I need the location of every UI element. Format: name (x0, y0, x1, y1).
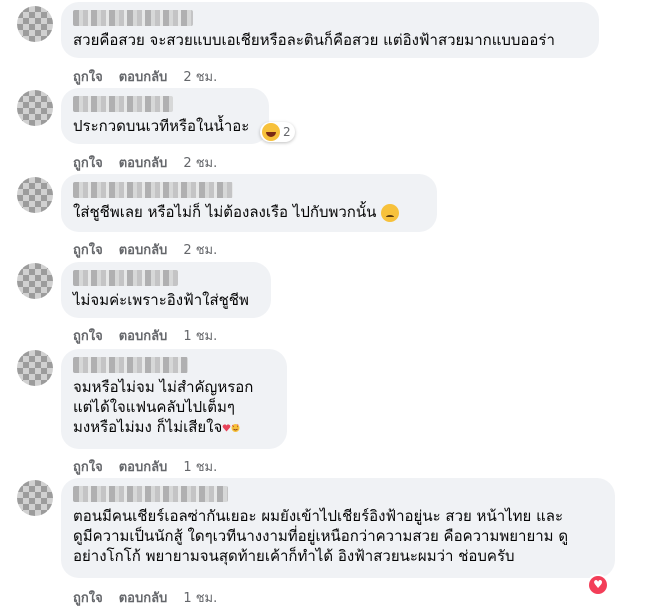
author-name-pixelated[interactable] (73, 357, 188, 373)
love-reaction-icon[interactable]: ♥ (589, 576, 607, 594)
comment-text-line: ดูมีความเป็นนักสู้ ใดๆเวทีนางงามที่อยู่เ… (73, 527, 569, 545)
timestamp[interactable]: 1 ชม. (183, 587, 217, 608)
comment-text-body: มงหรือไม่มง ก็ไม่เสียใจ (73, 418, 223, 436)
comment-text: ใส่ชูชีพเลย หรือไม่ก็ ไม่ต้องลงเรือ ไปกั… (73, 202, 425, 222)
comment-text-body: ใส่ชูชีพเลย หรือไม่ก็ ไม่ต้องลงเรือ ไปกั… (73, 203, 377, 221)
author-name-pixelated[interactable] (73, 182, 233, 198)
reaction-badge[interactable]: 2 (260, 122, 295, 142)
sad-emoji-icon (381, 203, 400, 222)
comment-text-line: มงหรือไม่มง ก็ไม่เสียใจ (73, 417, 275, 437)
comment-text-line: อย่างโกโก้ พยายามจนสุดท้ายเค้าก็ทำได้ อิ… (73, 547, 515, 565)
avatar[interactable] (17, 350, 53, 386)
avatar[interactable] (17, 6, 53, 42)
comment-text: สวยคือสวย จะสวยแบบเอเชียหรือละตินก็คือสว… (73, 31, 555, 49)
timestamp[interactable]: 2 ชม. (183, 152, 217, 173)
comment-bubble: ไม่จมค่ะเพราะอิงฟ้าใส่ชูชีพ (61, 262, 271, 318)
author-name-pixelated[interactable] (73, 486, 228, 502)
comment-text-line: แต่ได้ใจแฟนคลับไปเต็มๆ (73, 398, 235, 416)
author-name-pixelated[interactable] (73, 270, 178, 286)
timestamp[interactable]: 2 ชม. (183, 66, 217, 87)
comment-bubble: สวยคือสวย จะสวยแบบเอเชียหรือละตินก็คือสว… (61, 2, 599, 58)
reply-link[interactable]: ตอบกลับ (119, 152, 168, 173)
like-link[interactable]: ถูกใจ (73, 587, 103, 608)
comment-actions: ถูกใจ ตอบกลับ 2 ชม. (73, 239, 217, 260)
comment-text: ไม่จมค่ะเพราะอิงฟ้าใส่ชูชีพ (73, 291, 249, 309)
like-link[interactable]: ถูกใจ (73, 239, 103, 260)
comment-bubble: ใส่ชูชีพเลย หรือไม่ก็ ไม่ต้องลงเรือ ไปกั… (61, 174, 437, 232)
reply-link[interactable]: ตอบกลับ (119, 456, 168, 477)
timestamp[interactable]: 1 ชม. (183, 456, 217, 477)
reply-link[interactable]: ตอบกลับ (119, 239, 168, 260)
reply-link[interactable]: ตอบกลับ (119, 325, 168, 346)
comment-actions: ถูกใจ ตอบกลับ 2 ชม. (73, 152, 217, 173)
author-name-pixelated[interactable] (73, 96, 173, 112)
like-link[interactable]: ถูกใจ (73, 325, 103, 346)
comment-actions: ถูกใจ ตอบกลับ 1 ชม. (73, 587, 217, 608)
author-name-pixelated[interactable] (73, 10, 193, 26)
avatar[interactable] (17, 263, 53, 299)
like-link[interactable]: ถูกใจ (73, 456, 103, 477)
comment-text-line: ตอนมีคนเชียร์เอลซ่ากันเยอะ ผมยังเข้าไปเช… (73, 507, 564, 525)
comment-bubble: ประกวดบนเวทีหรือในน้ำอะ (61, 88, 269, 144)
heart-emoji-icon (223, 423, 240, 432)
avatar[interactable] (17, 480, 53, 516)
comment-bubble: จมหรือไม่จม ไม่สำคัญหรอก แต่ได้ใจแฟนคลับ… (61, 349, 287, 449)
comment-text: ประกวดบนเวทีหรือในน้ำอะ (73, 117, 250, 135)
comment-bubble: ตอนมีคนเชียร์เอลซ่ากันเยอะ ผมยังเข้าไปเช… (61, 478, 615, 578)
reply-link[interactable]: ตอบกลับ (119, 66, 168, 87)
like-link[interactable]: ถูกใจ (73, 66, 103, 87)
timestamp[interactable]: 2 ชม. (183, 239, 217, 260)
avatar[interactable] (17, 90, 53, 126)
timestamp[interactable]: 1 ชม. (183, 325, 217, 346)
haha-emoji-icon (262, 123, 280, 141)
comment-actions: ถูกใจ ตอบกลับ 1 ชม. (73, 456, 217, 477)
avatar[interactable] (17, 177, 53, 213)
reaction-count: 2 (283, 125, 291, 139)
comment-text-line: จมหรือไม่จม ไม่สำคัญหรอก (73, 378, 254, 396)
reply-link[interactable]: ตอบกลับ (119, 587, 168, 608)
comment-actions: ถูกใจ ตอบกลับ 2 ชม. (73, 66, 217, 87)
like-link[interactable]: ถูกใจ (73, 152, 103, 173)
comment-actions: ถูกใจ ตอบกลับ 1 ชม. (73, 325, 217, 346)
